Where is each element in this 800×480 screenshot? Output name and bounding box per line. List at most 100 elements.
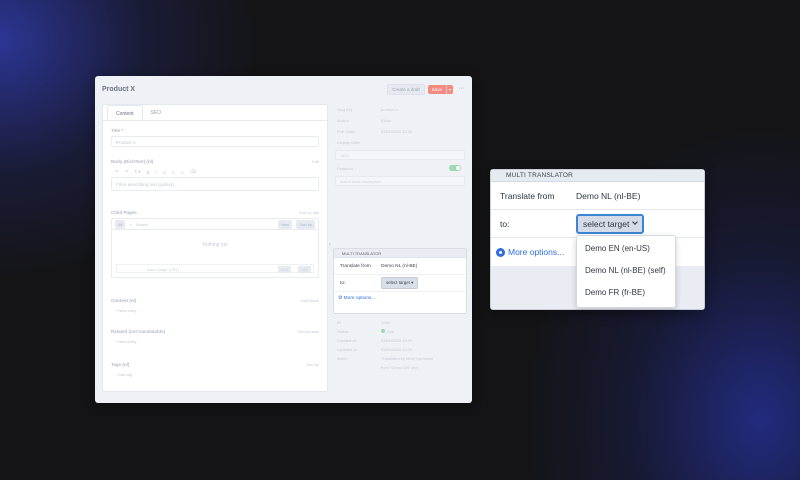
content-block: Content (nl) Add Block + New entry	[111, 298, 319, 313]
bold-icon[interactable]: B	[147, 170, 150, 175]
description-field-label: Body (RichText) (nl)	[111, 159, 154, 164]
related-sort-link[interactable]: Sort by date	[297, 329, 319, 334]
editor-tabs: Content SEO	[103, 105, 327, 121]
page-title: Product X	[102, 85, 136, 93]
related-label: Related (not translatable)	[111, 329, 166, 334]
featured-label: Featured	[337, 166, 354, 171]
title-field[interactable]: Product X	[111, 136, 319, 147]
meta-row: Pub. Date 01/01/2024 12:00	[337, 129, 413, 134]
tags-label: Tags (nl)	[111, 362, 130, 367]
editor-card: Content SEO Title * Product X Body (Rich…	[102, 104, 328, 392]
italic-icon[interactable]: I	[156, 170, 157, 175]
meta-sidebar: Slug (nl) product-x Author Editor Pub. Dat…	[335, 104, 465, 189]
chevron-down-icon	[632, 219, 639, 225]
title-field-label: Title	[111, 128, 121, 133]
child-pages-sort-link[interactable]: Sort by title	[299, 210, 319, 215]
paragraph-format-icon[interactable]: ¶ ▾	[135, 169, 141, 175]
chevron-down-icon: ▾	[411, 280, 414, 285]
tab-seo[interactable]: SEO	[143, 105, 170, 120]
option-demo-fr[interactable]: Demo FR (fr-BE)	[577, 283, 675, 305]
to-label: to:	[500, 218, 510, 229]
more-menu-icon[interactable]: ···	[458, 85, 465, 92]
translate-from-label: Translate from	[500, 190, 555, 201]
target-options-menu: Demo EN (en-US) Demo NL (nl-BE) (self) D…	[576, 235, 676, 308]
child-pages-search[interactable]: Search	[136, 222, 275, 227]
translate-from-row: Translate from Demo NL (nl-BE)	[491, 182, 704, 210]
option-demo-en[interactable]: Demo EN (en-US)	[577, 239, 675, 261]
child-pages-label: Child Pages	[111, 210, 137, 215]
translate-to-row: to: select target	[491, 210, 704, 238]
collapse-arrow-icon[interactable]: ›	[329, 242, 331, 248]
save-button-group: Save ▾	[427, 84, 453, 94]
description-editor[interactable]: Fill in describing text (quill-js)...	[111, 177, 319, 191]
mini-select-target-dropdown[interactable]: select target ▾	[381, 277, 419, 289]
meta-row: from "Demo EN" (en)	[381, 365, 419, 370]
redo-icon[interactable]: ↷	[125, 169, 129, 175]
translate-from-value: Demo NL (nl-BE)	[576, 190, 641, 201]
tags-sort-link[interactable]: Sort by	[306, 362, 319, 367]
underline-icon[interactable]: U	[163, 170, 166, 175]
new-page-chip[interactable]: New	[278, 219, 293, 229]
link-page-button[interactable]: Link	[297, 266, 311, 273]
mini-translator-panel: MULTI TRANSLATOR Translate from Demo NL …	[333, 248, 467, 314]
meta-row: Notes Translated by Multi Translator	[337, 356, 434, 361]
record-meta: ID 1234 Status Live Created at 01/01/2024 1…	[335, 318, 465, 372]
description-edit-link[interactable]: Edit	[312, 159, 319, 164]
link-icon[interactable]: ∞	[181, 170, 184, 175]
content-new-entry[interactable]: + New entry	[111, 308, 319, 313]
title-field-block: Title * Product X	[111, 128, 319, 147]
tab-content[interactable]: Content	[107, 105, 143, 120]
gear-icon: ⚙	[338, 296, 343, 301]
clear-format-icon[interactable]: ⌫	[190, 169, 196, 175]
required-marker-icon: *	[121, 128, 124, 133]
create-draft-button[interactable]: Create a draft	[387, 83, 425, 95]
short-description-input[interactable]: Add a short description	[335, 176, 465, 186]
add-page-url-placeholder: Add a page (URL)	[147, 267, 180, 272]
richtext-toolbar: ↶ ↷ ¶ ▾ B I U ≡ ∞ ⌫	[111, 167, 319, 177]
filter-all-chip[interactable]: All	[115, 219, 126, 229]
window-header: Product X Create a draft Save ▾ ···	[95, 76, 472, 102]
save-button[interactable]: Save	[428, 85, 446, 94]
gear-icon	[496, 247, 505, 257]
select-target-label: select target	[583, 218, 630, 229]
search-icon: ⌕	[129, 221, 132, 227]
related-new-entry[interactable]: + New entry	[111, 339, 319, 344]
empty-state-text: Nothing yet	[202, 242, 228, 248]
meta-row: Slug (nl) product-x	[337, 107, 398, 112]
option-demo-nl-self[interactable]: Demo NL (nl-BE) (self)	[577, 261, 675, 283]
select-target-dropdown[interactable]: select target	[576, 213, 645, 234]
sort-chip[interactable]: Sort by	[296, 219, 315, 229]
mini-translator-header: MULTI TRANSLATOR	[334, 249, 466, 258]
add-block-link[interactable]: Add Block	[301, 298, 319, 303]
featured-toggle[interactable]	[449, 165, 461, 171]
child-pages-block: Child Pages Sort by title All ⌕ Search N…	[111, 210, 319, 278]
seo-section-label: SEO	[335, 150, 465, 160]
mini-translate-from-value: Demo NL (nl-BE)	[381, 263, 418, 269]
list-icon[interactable]: ≡	[172, 170, 175, 175]
add-tag-button[interactable]: + Add tag	[111, 372, 319, 377]
mini-translate-from-label: Translate from	[340, 263, 371, 269]
tags-block: Tags (nl) Sort by + Add tag	[111, 362, 319, 377]
child-pages-toolbar: All ⌕ Search New Sort by	[111, 218, 319, 230]
multi-translator-header: MULTI TRANSLATOR	[491, 170, 704, 182]
description-field-block: Body (RichText) (nl) Edit ↶ ↷ ¶ ▾ B I U …	[111, 159, 319, 191]
save-options-chevron-icon[interactable]: ▾	[445, 84, 453, 94]
meta-row: Display Date	[337, 140, 360, 145]
status-dot-icon	[381, 329, 385, 333]
add-page-url-input[interactable]: Add a page (URL) Add Link	[116, 264, 314, 273]
cms-window: Product X Create a draft Save ▾ ··· Cont…	[95, 76, 472, 403]
meta-row: Status Live	[337, 329, 395, 334]
meta-row: ID 1234	[337, 320, 390, 325]
meta-row: Author Editor	[337, 118, 392, 123]
add-page-button[interactable]: Add	[277, 266, 291, 273]
more-options-label: More options...	[508, 247, 565, 257]
content-label: Content (nl)	[111, 298, 137, 303]
undo-icon[interactable]: ↶	[115, 169, 119, 175]
mini-more-options-link[interactable]: ⚙ More options...	[334, 292, 466, 305]
child-pages-list: Nothing yet Add a page (URL) Add Link	[111, 230, 319, 278]
meta-row: Created at 01/01/2024 12:00	[337, 338, 413, 343]
meta-row: Updated at 01/01/2024 12:00	[337, 347, 413, 352]
mini-to-label: to:	[340, 280, 346, 286]
featured-row: Featured	[335, 163, 465, 174]
related-block: Related (not translatable) Sort by date …	[111, 329, 319, 344]
